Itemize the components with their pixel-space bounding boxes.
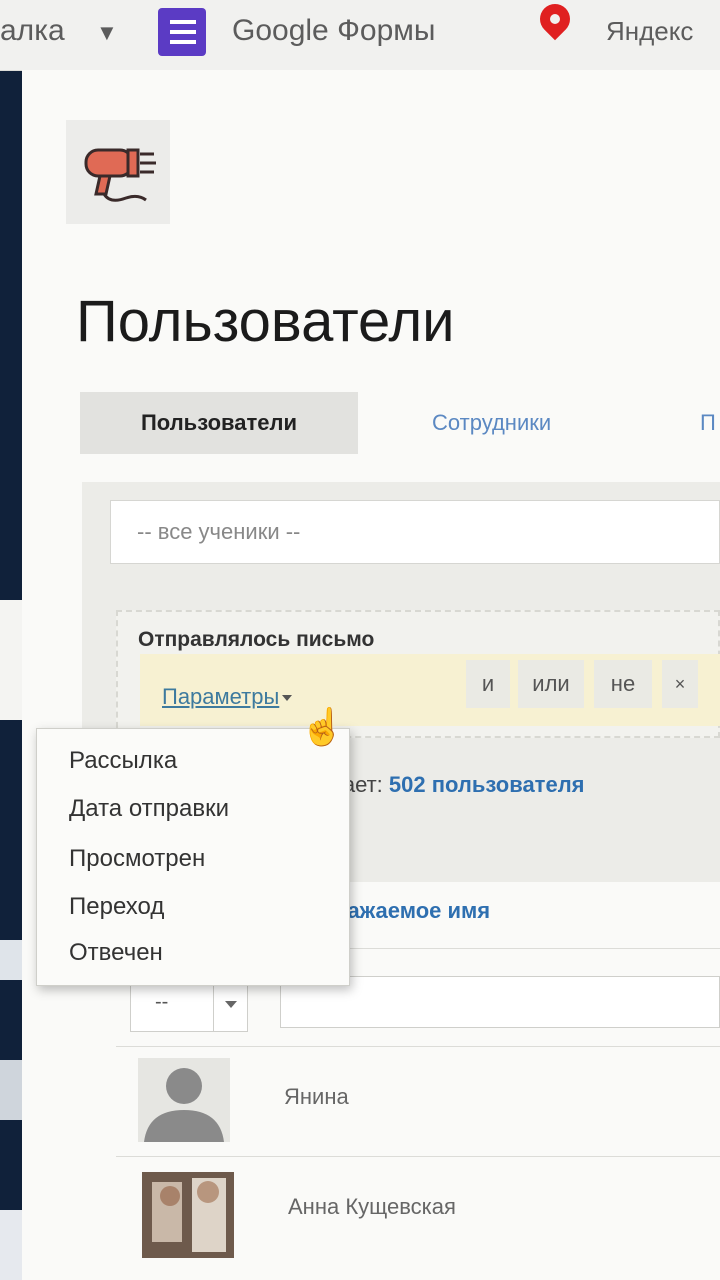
default-user-icon	[144, 1068, 224, 1142]
menu-item-send-date[interactable]: Дата отправки	[69, 795, 229, 823]
student-group-select[interactable]: -- все ученики --	[110, 500, 720, 564]
strip-block	[0, 1060, 22, 1120]
display-name-column-header[interactable]: ражаемое имя	[334, 898, 490, 924]
strip-block	[0, 940, 22, 980]
map-pin-icon	[533, 0, 577, 41]
bookmark-google-forms[interactable]: Google Формы	[232, 14, 435, 48]
menu-item-mailing[interactable]: Рассылка	[69, 747, 177, 775]
menu-item-viewed[interactable]: Просмотрен	[69, 845, 205, 873]
bookmarks-bar: алка ▼ Google Формы Яндекс	[0, 0, 720, 71]
results-summary: дает: 502 пользователя	[330, 772, 585, 798]
user-photo	[142, 1172, 234, 1258]
menu-item-clicked[interactable]: Переход	[69, 893, 164, 921]
page-title: Пользователи	[76, 289, 455, 354]
or-button[interactable]: или	[518, 660, 584, 708]
caret-down-icon	[282, 695, 293, 702]
user-name[interactable]: Янина	[284, 1084, 349, 1110]
chevron-down-icon	[225, 1001, 237, 1008]
site-logo[interactable]	[66, 120, 170, 224]
background-window-strip	[0, 60, 22, 1280]
bookmark-yandex[interactable]: Яндекс	[606, 16, 693, 47]
condition-title: Отправлялось письмо	[138, 628, 375, 651]
params-dropdown-menu: Рассылка Дата отправки Просмотрен Перехо…	[36, 728, 350, 986]
remove-condition-button[interactable]: ×	[662, 660, 698, 708]
hand-cursor-icon: ☝	[300, 706, 345, 747]
tab-staff[interactable]: Сотрудники	[432, 392, 551, 454]
avatar[interactable]	[138, 1058, 230, 1142]
strip-block	[0, 600, 22, 720]
menu-item-answered[interactable]: Отвечен	[69, 939, 163, 967]
divider	[116, 1156, 720, 1157]
bookmark-item-1[interactable]: алка	[0, 14, 65, 48]
tab-more[interactable]: П	[700, 392, 716, 454]
user-name[interactable]: Анна Кущевская	[288, 1194, 456, 1220]
avatar[interactable]	[142, 1172, 234, 1258]
chevron-down-icon[interactable]: ▼	[96, 20, 118, 46]
divider	[116, 1046, 720, 1047]
not-button[interactable]: не	[594, 660, 652, 708]
google-forms-icon	[158, 8, 206, 56]
strip-block	[0, 1210, 22, 1280]
params-label: Параметры	[162, 684, 280, 709]
type-filter-value: --	[155, 991, 169, 1013]
tab-users[interactable]: Пользователи	[80, 392, 358, 454]
and-button[interactable]: и	[466, 660, 510, 708]
hair-dryer-icon	[84, 148, 156, 202]
results-count-link[interactable]: 502 пользователя	[389, 772, 585, 797]
params-dropdown-link[interactable]: Параметры	[162, 684, 293, 710]
